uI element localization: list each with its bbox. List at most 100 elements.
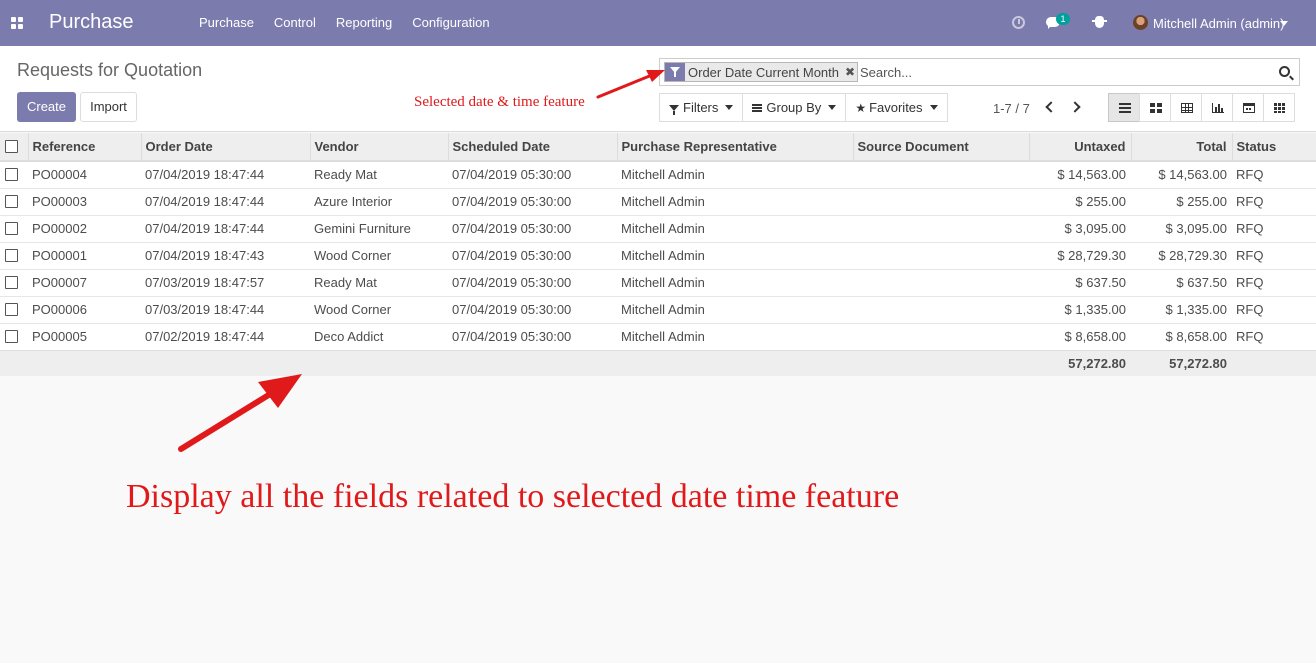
row-checkbox[interactable] [5, 168, 18, 182]
cell-order-date: 07/04/2019 18:47:44 [141, 214, 310, 242]
cell-source-document [853, 187, 1029, 215]
cell-scheduled-date: 07/04/2019 05:30:00 [448, 241, 617, 269]
search-input[interactable] [860, 63, 1270, 81]
col-reference[interactable]: Reference [27, 133, 141, 162]
debug-bug-icon[interactable] [1092, 16, 1107, 28]
favorites-button[interactable]: ★ Favorites [845, 93, 948, 122]
cell-total: $ 28,729.30 [1131, 241, 1232, 269]
groupby-label: Group By [766, 100, 822, 115]
cell-vendor: Gemini Furniture [310, 214, 448, 242]
pivot-view-icon[interactable] [1170, 93, 1202, 122]
cell-purchase-representative: Mitchell Admin [617, 241, 853, 269]
menu-configuration[interactable]: Configuration [402, 0, 499, 46]
cell-order-date: 07/02/2019 18:47:44 [141, 322, 310, 350]
filter-icon [669, 104, 679, 115]
facet-remove-icon[interactable]: ✖ [843, 65, 857, 79]
search-facet[interactable]: Order Date Current Month ✖ [664, 62, 859, 82]
pager-value[interactable]: 1-7 / 7 [993, 101, 1030, 116]
control-panel: Requests for Quotation Create Import Ord… [0, 46, 1316, 132]
cell-order-date: 07/04/2019 18:47:44 [141, 187, 310, 215]
cell-source-document [853, 322, 1029, 350]
table-footer-row: 57,272.80 57,272.80 [0, 349, 1316, 376]
cell-source-document [853, 268, 1029, 296]
apps-menu-icon[interactable] [11, 17, 23, 29]
kanban-view-icon[interactable] [1139, 93, 1171, 122]
col-source-document[interactable]: Source Document [852, 133, 1029, 162]
user-menu[interactable]: Mitchell Admin (admin) [1153, 16, 1285, 31]
table-row[interactable]: PO00001 07/04/2019 18:47:43 Wood Corner 07/… [0, 241, 1316, 269]
list-view-icon[interactable] [1108, 93, 1140, 122]
col-total[interactable]: Total [1130, 133, 1232, 162]
cell-purchase-representative: Mitchell Admin [617, 322, 853, 350]
main-menu: Purchase Control Reporting Configuration [189, 0, 500, 46]
annotation-big: Display all the fields related to select… [126, 478, 900, 515]
top-navbar: Purchase Purchase Control Reporting Conf… [0, 0, 1316, 46]
table-row[interactable]: PO00006 07/03/2019 18:47:44 Wood Corner 07/… [0, 295, 1316, 323]
groupby-button[interactable]: Group By [742, 93, 847, 122]
activity-clock-icon[interactable] [1012, 16, 1025, 29]
cell-total: $ 1,335.00 [1131, 295, 1232, 323]
cell-total: $ 637.50 [1131, 268, 1232, 296]
avatar[interactable] [1133, 15, 1148, 30]
search-icon[interactable] [1279, 66, 1290, 77]
menu-purchase[interactable]: Purchase [189, 0, 264, 46]
pager-next-icon[interactable] [1069, 101, 1081, 113]
table-row[interactable]: PO00004 07/04/2019 18:47:44 Ready Mat 07/04… [0, 160, 1316, 188]
table-row[interactable]: PO00007 07/03/2019 18:47:57 Ready Mat 07/04… [0, 268, 1316, 296]
table-row[interactable]: PO00005 07/02/2019 18:47:44 Deco Addict 07/… [0, 322, 1316, 350]
cell-reference: PO00003 [28, 187, 141, 215]
cell-purchase-representative: Mitchell Admin [617, 268, 853, 296]
cell-untaxed: $ 3,095.00 [1029, 214, 1131, 242]
filters-button[interactable]: Filters [659, 93, 744, 122]
grid-view-icon[interactable] [1263, 93, 1295, 122]
row-checkbox[interactable] [5, 249, 18, 262]
cell-status: RFQ [1232, 187, 1316, 215]
table-row[interactable]: PO00002 07/04/2019 18:47:44 Gemini Furnitu… [0, 214, 1316, 242]
col-purchase-representative[interactable]: Purchase Representative [616, 133, 853, 162]
col-vendor[interactable]: Vendor [309, 133, 448, 162]
col-status[interactable]: Status [1231, 133, 1316, 162]
calendar-view-icon[interactable] [1232, 93, 1264, 122]
cell-purchase-representative: Mitchell Admin [617, 187, 853, 215]
col-untaxed[interactable]: Untaxed [1028, 133, 1131, 162]
caret-down-icon [725, 105, 734, 110]
cell-status: RFQ [1232, 295, 1316, 323]
cell-reference: PO00002 [28, 214, 141, 242]
cell-order-date: 07/03/2019 18:47:57 [141, 268, 310, 296]
row-checkbox[interactable] [5, 303, 18, 316]
caret-down-icon[interactable] [1280, 21, 1288, 26]
col-scheduled-date[interactable]: Scheduled Date [447, 133, 617, 162]
table-row[interactable]: PO00003 07/04/2019 18:47:44 Azure Interior… [0, 187, 1316, 215]
select-all-checkbox[interactable] [5, 140, 18, 153]
menu-reporting[interactable]: Reporting [326, 0, 402, 46]
search-bar[interactable]: Order Date Current Month ✖ [659, 58, 1300, 86]
view-switcher [1108, 93, 1295, 122]
col-order-date[interactable]: Order Date [140, 133, 310, 162]
cell-untaxed: $ 1,335.00 [1029, 295, 1131, 323]
select-all-cell [0, 133, 28, 162]
menu-control[interactable]: Control [264, 0, 326, 46]
cell-source-document [853, 160, 1029, 188]
row-checkbox[interactable] [5, 195, 18, 208]
cell-scheduled-date: 07/04/2019 05:30:00 [448, 160, 617, 188]
annotation-small: Selected date & time feature [414, 94, 585, 110]
cell-untaxed: $ 28,729.30 [1029, 241, 1131, 269]
create-button[interactable]: Create [17, 92, 76, 122]
row-checkbox[interactable] [5, 276, 18, 289]
cell-purchase-representative: Mitchell Admin [617, 214, 853, 242]
row-checkbox[interactable] [5, 330, 18, 343]
total-untaxed: 57,272.80 [1029, 349, 1131, 376]
cell-vendor: Ready Mat [310, 268, 448, 296]
cell-untaxed: $ 14,563.00 [1029, 160, 1131, 188]
cell-status: RFQ [1232, 214, 1316, 242]
pager-previous-icon[interactable] [1045, 101, 1057, 113]
cell-purchase-representative: Mitchell Admin [617, 160, 853, 188]
import-button[interactable]: Import [80, 92, 137, 122]
cell-status: RFQ [1232, 268, 1316, 296]
cell-scheduled-date: 07/04/2019 05:30:00 [448, 295, 617, 323]
app-brand[interactable]: Purchase [49, 11, 134, 34]
graph-view-icon[interactable] [1201, 93, 1233, 122]
cell-untaxed: $ 8,658.00 [1029, 322, 1131, 350]
row-checkbox[interactable] [5, 222, 18, 235]
bars-icon [752, 103, 763, 112]
